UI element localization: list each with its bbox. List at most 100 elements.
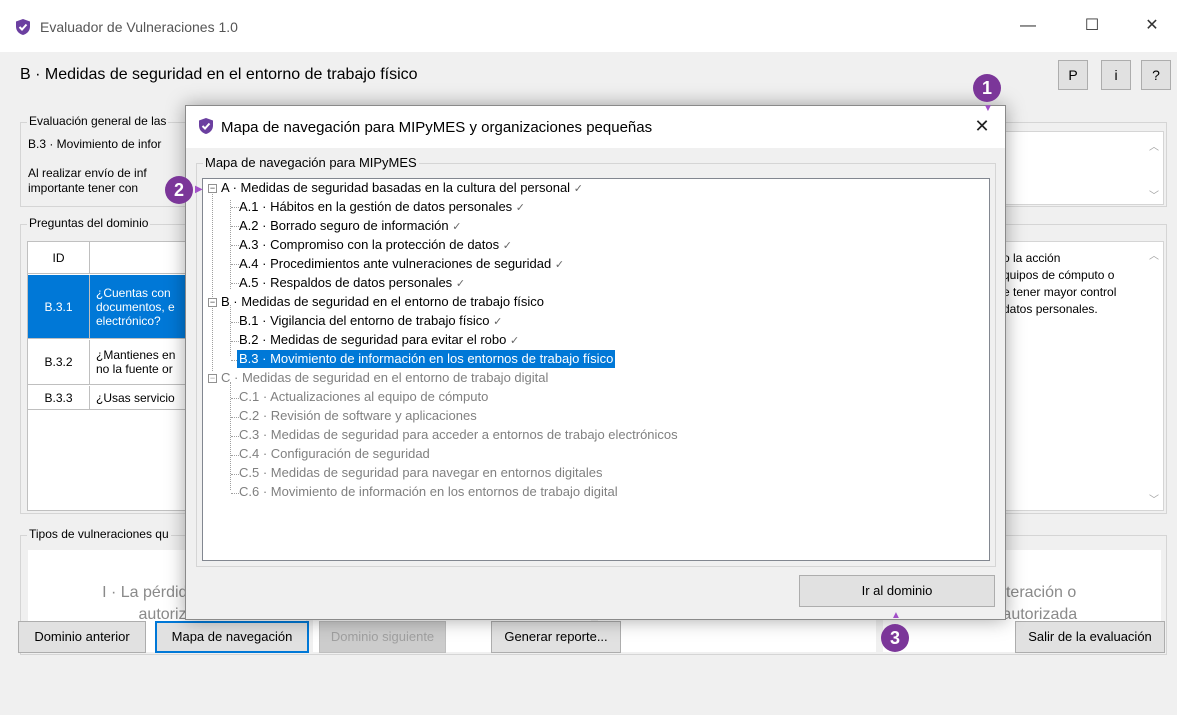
table-row[interactable]: B.3.2 ¿Mantienes en no la fuente or — [28, 340, 196, 385]
help-button[interactable]: ? — [1141, 60, 1171, 90]
callout-marker: 3 — [881, 624, 909, 652]
row-id: B.3.1 — [28, 275, 90, 338]
maximize-button[interactable]: ☐ — [1080, 14, 1104, 38]
evaluacion-text-line: importante tener con — [28, 181, 139, 195]
tree-node-label: A.4 · Procedimientos ante vulneraciones … — [239, 256, 552, 271]
checkmark-icon: ✓ — [510, 335, 520, 347]
tree-connector — [231, 322, 239, 323]
table-row[interactable]: B.3.3 ¿Usas servicio — [28, 386, 196, 410]
tree-connector — [231, 226, 239, 227]
tree-node-b[interactable]: B · Medidas de seguridad en el entorno d… — [221, 293, 544, 311]
question-detail-textbox[interactable]: o la acción quipos de cómputo o e tener … — [996, 241, 1164, 511]
tree-node-c1[interactable]: C.1 · Actualizaciones al equipo de cómpu… — [239, 388, 488, 406]
tree-node-label: C · Medidas de seguridad en el entorno d… — [221, 370, 549, 385]
id-column-header: ID — [28, 242, 90, 274]
tree-node-label: A.5 · Respaldos de datos personales — [239, 275, 453, 290]
tree-connector — [231, 417, 239, 418]
checkmark-icon: ✓ — [502, 240, 512, 252]
tree-node-label: C.5 · Medidas de seguridad para navegar … — [239, 465, 603, 480]
p-button[interactable]: P — [1058, 60, 1088, 90]
page-title: B · Medidas de seguridad en el entorno d… — [20, 66, 418, 83]
scroll-up-icon[interactable]: ︿ — [1149, 248, 1159, 265]
collapse-icon[interactable]: − — [208, 184, 217, 193]
tree-node-a1[interactable]: A.1 · Hábitos en la gestión de datos per… — [239, 198, 525, 216]
info-button[interactable]: i — [1101, 60, 1131, 90]
collapse-icon[interactable]: − — [208, 298, 217, 307]
navigation-map-legend: Mapa de navegación para MIPyMES — [203, 155, 419, 170]
window-titlebar: Evaluador de Vulneraciones 1.0 — ☐ ✕ — [0, 0, 1177, 52]
tree-node-b1[interactable]: B.1 · Vigilancia del entorno de trabajo … — [239, 312, 502, 330]
callout-arrow-icon: ▶ — [195, 184, 203, 195]
question-detail-text: o la acción quipos de cómputo o e tener … — [1003, 251, 1117, 316]
tree-node-label: C.4 · Configuración de seguridad — [239, 446, 430, 461]
tree-node-label: B.1 · Vigilancia del entorno de trabajo … — [239, 313, 490, 328]
tree-connector — [231, 398, 239, 399]
callout-arrow-icon: ▲ — [891, 610, 901, 621]
tree-connector — [231, 283, 239, 284]
table-header: ID — [28, 242, 196, 274]
tree-node-label: C.1 · Actualizaciones al equipo de cómpu… — [239, 389, 489, 404]
tree-node-c6[interactable]: C.6 · Movimiento de información en los e… — [239, 483, 618, 501]
tree-node-a3[interactable]: A.3 · Compromiso con la protección de da… — [239, 236, 512, 254]
mapa-navegacion-button[interactable]: Mapa de navegación — [155, 621, 309, 653]
checkmark-icon: ✓ — [493, 316, 503, 328]
tree-connector — [230, 305, 231, 356]
tree-node-b2[interactable]: B.2 · Medidas de seguridad para evitar e… — [239, 331, 519, 349]
tree-connector — [231, 474, 239, 475]
tree-connector — [212, 191, 213, 371]
tree-node-label: A.1 · Hábitos en la gestión de datos per… — [239, 199, 513, 214]
row-id: B.3.2 — [28, 340, 90, 384]
generar-reporte-button[interactable]: Generar reporte... — [491, 621, 621, 653]
close-window-button[interactable]: ✕ — [1140, 14, 1164, 38]
navigation-tree[interactable]: − A · Medidas de seguridad basadas en la… — [202, 178, 990, 561]
collapse-icon[interactable]: − — [208, 374, 217, 383]
tree-node-c3[interactable]: C.3 · Medidas de seguridad para acceder … — [239, 426, 678, 444]
row-question: ¿Cuentas con documentos, e electrónico? — [96, 285, 175, 328]
checkmark-icon: ✓ — [573, 183, 583, 195]
salir-evaluacion-button[interactable]: Salir de la evaluación — [1015, 621, 1165, 653]
evaluacion-textbox[interactable]: ︿ ﹀ — [996, 131, 1164, 205]
window-title: Evaluador de Vulneraciones 1.0 — [40, 19, 238, 35]
dialog-title: Mapa de navegación para MIPyMES y organi… — [221, 119, 653, 136]
tree-node-c5[interactable]: C.5 · Medidas de seguridad para navegar … — [239, 464, 603, 482]
minimize-button[interactable]: — — [1016, 14, 1040, 38]
tree-node-b3[interactable]: B.3 · Movimiento de información en los e… — [237, 350, 616, 368]
tree-connector — [231, 207, 239, 208]
dominio-anterior-button[interactable]: Dominio anterior — [18, 621, 146, 653]
tree-connector — [231, 455, 239, 456]
table-row[interactable]: B.3.1 ¿Cuentas con documentos, e electró… — [28, 275, 196, 339]
tree-node-c2[interactable]: C.2 · Revisión de software y aplicacione… — [239, 407, 477, 425]
tree-node-a4[interactable]: A.4 · Procedimientos ante vulneraciones … — [239, 255, 564, 273]
shield-check-icon — [16, 19, 30, 35]
scroll-down-icon[interactable]: ﹀ — [1149, 187, 1159, 202]
preguntas-legend: Preguntas del dominio — [27, 216, 151, 230]
scroll-down-icon[interactable]: ﹀ — [1149, 492, 1159, 509]
callout-arrow-icon: ▼ — [983, 103, 993, 114]
tree-node-label: A.3 · Compromiso con la protección de da… — [239, 237, 500, 252]
tree-node-c4[interactable]: C.4 · Configuración de seguridad — [239, 445, 430, 463]
scroll-up-icon[interactable]: ︿ — [1149, 138, 1159, 153]
callout-marker: 2 — [165, 176, 193, 204]
checkmark-icon: ✓ — [452, 221, 462, 233]
row-question: ¿Usas servicio — [96, 390, 175, 405]
tree-node-c[interactable]: C · Medidas de seguridad en el entorno d… — [221, 369, 548, 387]
dominio-siguiente-button[interactable]: Dominio siguiente — [319, 621, 446, 653]
tree-node-a[interactable]: A · Medidas de seguridad basadas en la c… — [221, 179, 583, 197]
evaluacion-legend: Evaluación general de las — [27, 114, 169, 128]
tree-node-label: A · Medidas de seguridad basadas en la c… — [221, 180, 571, 195]
tree-connector — [231, 264, 239, 265]
ir-al-dominio-button[interactable]: Ir al dominio — [799, 575, 995, 607]
questions-table[interactable]: ID B.3.1 ¿Cuentas con documentos, e elec… — [27, 241, 197, 511]
tree-node-label: B.3 · Movimiento de información en los e… — [239, 351, 614, 366]
dialog-titlebar: Mapa de navegación para MIPyMES y organi… — [186, 106, 1005, 148]
tree-node-label: B · Medidas de seguridad en el entorno d… — [221, 294, 545, 309]
tree-node-a5[interactable]: A.5 · Respaldos de datos personales ✓ — [239, 274, 465, 292]
tree-connector — [231, 493, 239, 494]
tree-node-label: A.2 · Borrado seguro de información — [239, 218, 449, 233]
dialog-close-button[interactable]: ✕ — [972, 116, 992, 136]
shield-check-icon — [199, 118, 213, 134]
tree-node-label: C.6 · Movimiento de información en los e… — [239, 484, 618, 499]
callout-marker: 1 — [973, 74, 1001, 102]
tree-node-a2[interactable]: A.2 · Borrado seguro de información ✓ — [239, 217, 461, 235]
tree-connector — [231, 436, 239, 437]
